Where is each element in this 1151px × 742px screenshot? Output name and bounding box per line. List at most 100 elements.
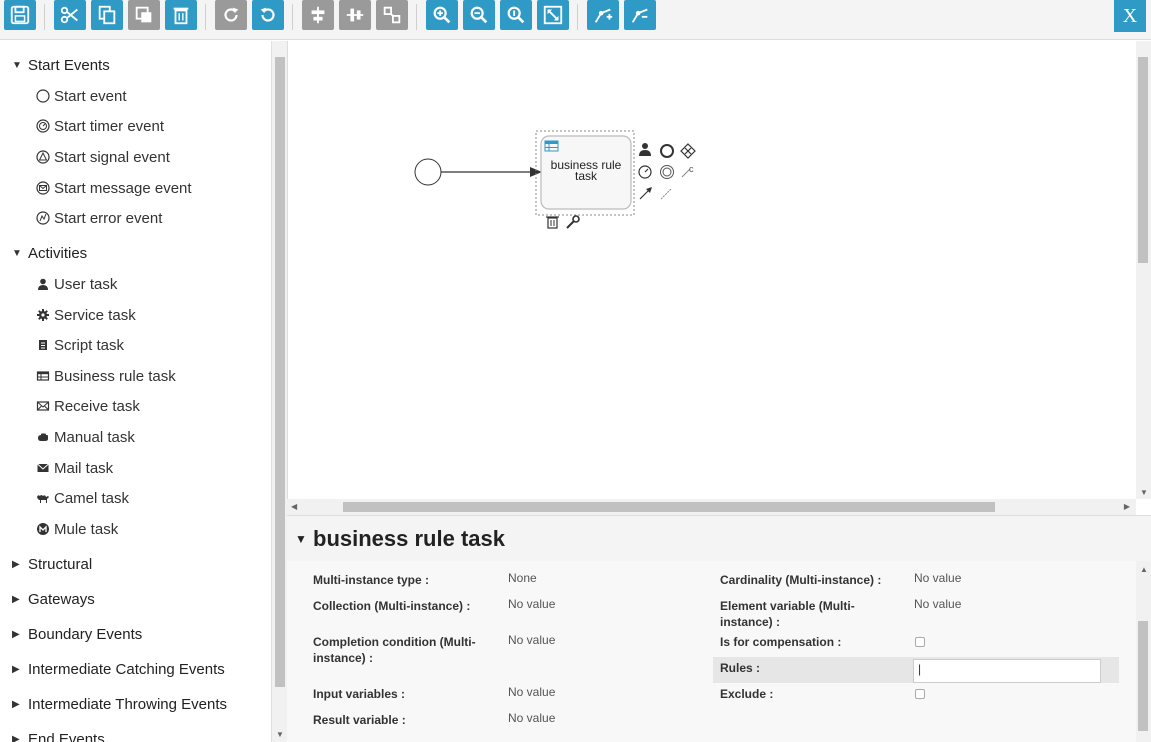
group-label: Intermediate Throwing Events	[28, 695, 227, 713]
palette-item-service-task[interactable]: Service task	[34, 303, 136, 327]
wrench-icon[interactable]	[566, 215, 580, 229]
delete-button[interactable]	[165, 0, 197, 30]
canvas-horizontal-scrollbar[interactable]: ◀ ▶	[287, 499, 1136, 515]
palette-item-receive-task[interactable]: Receive task	[34, 394, 140, 418]
scrollbar-thumb[interactable]	[275, 57, 285, 687]
add-bendpoint-button[interactable]	[587, 0, 619, 30]
scroll-up-icon[interactable]: ▲	[1140, 565, 1148, 574]
start-event-shape[interactable]	[414, 158, 442, 186]
same-size-button[interactable]	[376, 0, 408, 30]
cardinality-label: Cardinality (Multi-instance) :	[720, 573, 882, 587]
hand-icon	[34, 428, 52, 446]
completion-condition-value[interactable]: No value	[508, 633, 555, 647]
palette-item-start-timer-event[interactable]: Start timer event	[34, 114, 164, 138]
group-end-events[interactable]: ▶ End Events	[12, 727, 105, 742]
zoom-fit-button[interactable]	[537, 0, 569, 30]
zoom-in-button[interactable]	[426, 0, 458, 30]
scroll-right-icon[interactable]: ▶	[1124, 502, 1130, 511]
chevron-right-icon: ▶	[12, 593, 20, 605]
chevron-down-icon: ▼	[295, 531, 307, 546]
palette-scrollbar[interactable]: ▼	[271, 41, 287, 742]
palette-item-script-task[interactable]: Script task	[34, 333, 124, 357]
cut-button[interactable]	[54, 0, 86, 30]
zoom-out-button[interactable]	[463, 0, 495, 30]
multi-instance-type-label: Multi-instance type :	[313, 573, 430, 587]
group-label: End Events	[28, 730, 105, 742]
palette-item-camel-task[interactable]: Camel task	[34, 486, 129, 510]
item-label: Start timer event	[54, 117, 165, 135]
circle-icon	[34, 87, 52, 105]
exclude-checkbox[interactable]	[915, 689, 925, 699]
exclude-label: Exclude :	[720, 687, 774, 701]
timer-icon	[34, 117, 52, 135]
zoom-out-icon	[470, 6, 488, 24]
redo-icon	[224, 7, 239, 22]
group-structural[interactable]: ▶ Structural	[12, 552, 92, 576]
item-label: Receive task	[54, 397, 140, 415]
element-variable-label: Element variable (Multi-instance) :	[720, 599, 855, 629]
group-boundary-events[interactable]: ▶ Boundary Events	[12, 622, 142, 646]
message-icon	[34, 179, 52, 197]
scrollbar-thumb[interactable]	[1138, 57, 1148, 263]
undo-button[interactable]	[252, 0, 284, 30]
group-gateways[interactable]: ▶ Gateways	[12, 587, 95, 611]
multi-instance-type-value[interactable]: None	[508, 571, 537, 585]
zoom-actual-button[interactable]	[500, 0, 532, 30]
zoom-actual-icon	[507, 6, 525, 24]
scroll-left-icon[interactable]: ◀	[291, 502, 297, 511]
palette-item-start-message-event[interactable]: Start message event	[34, 176, 192, 200]
item-label: Service task	[54, 306, 136, 324]
input-variables-value[interactable]: No value	[508, 685, 555, 699]
scissors-icon	[60, 6, 78, 24]
paste-button[interactable]	[128, 0, 160, 30]
palette-item-user-task[interactable]: User task	[34, 272, 117, 296]
diagram-canvas[interactable]: c business rule task	[287, 41, 1136, 499]
close-button[interactable]: X	[1114, 0, 1146, 32]
group-label: Intermediate Catching Events	[28, 660, 225, 678]
redo-button[interactable]	[215, 0, 247, 30]
palette-item-start-error-event[interactable]: Start error event	[34, 206, 162, 230]
result-variable-value[interactable]: No value	[508, 711, 555, 725]
element-variable-value[interactable]: No value	[914, 597, 961, 611]
is-for-compensation-checkbox[interactable]	[915, 637, 925, 647]
palette-item-business-rule-task[interactable]: Business rule task	[34, 364, 176, 388]
scrollbar-thumb[interactable]	[1138, 621, 1148, 731]
chevron-down-icon: ▼	[12, 59, 22, 71]
remove-bendpoint-button[interactable]	[624, 0, 656, 30]
properties-scrollbar[interactable]: ▲	[1136, 561, 1151, 742]
palette-item-start-signal-event[interactable]: Start signal event	[34, 145, 170, 169]
association-line-icon[interactable]	[660, 188, 672, 200]
user-icon[interactable]	[639, 143, 651, 156]
add-bendpoint-icon	[594, 8, 613, 23]
table-icon	[34, 367, 52, 385]
scroll-down-icon[interactable]: ▼	[276, 730, 284, 739]
connection-arrow-icon[interactable]	[639, 187, 652, 200]
save-button[interactable]	[4, 0, 36, 30]
palette-item-mule-task[interactable]: Mule task	[34, 517, 118, 541]
copy-button[interactable]	[91, 0, 123, 30]
palette-item-manual-task[interactable]: Manual task	[34, 425, 135, 449]
association-icon[interactable]: c	[681, 164, 694, 178]
gateway-icon[interactable]	[680, 143, 696, 159]
palette-item-start-event[interactable]: Start event	[34, 84, 127, 108]
trash-icon[interactable]	[546, 216, 559, 229]
cardinality-value[interactable]: No value	[914, 571, 961, 585]
timer-icon[interactable]	[638, 165, 652, 179]
group-activities[interactable]: ▼ Activities	[12, 241, 87, 265]
properties-header[interactable]: ▼ business rule task	[287, 515, 1151, 561]
mail-icon	[34, 459, 52, 477]
collection-value[interactable]: No value	[508, 597, 555, 611]
diagram-svg: c	[414, 130, 696, 229]
align-horizontal-button[interactable]	[302, 0, 334, 30]
align-vertical-button[interactable]	[339, 0, 371, 30]
palette-item-mail-task[interactable]: Mail task	[34, 456, 113, 480]
scroll-down-icon[interactable]: ▼	[1140, 488, 1148, 497]
group-start-events[interactable]: ▼ Start Events	[12, 53, 110, 77]
group-intermediate-throwing-events[interactable]: ▶ Intermediate Throwing Events	[12, 692, 227, 716]
rules-input[interactable]: |	[913, 659, 1101, 683]
scrollbar-thumb[interactable]	[343, 502, 995, 512]
group-intermediate-catching-events[interactable]: ▶ Intermediate Catching Events	[12, 657, 225, 681]
end-event-icon[interactable]	[660, 144, 674, 158]
intermediate-event-icon[interactable]	[660, 165, 674, 179]
canvas-vertical-scrollbar[interactable]: ▼	[1136, 41, 1151, 499]
